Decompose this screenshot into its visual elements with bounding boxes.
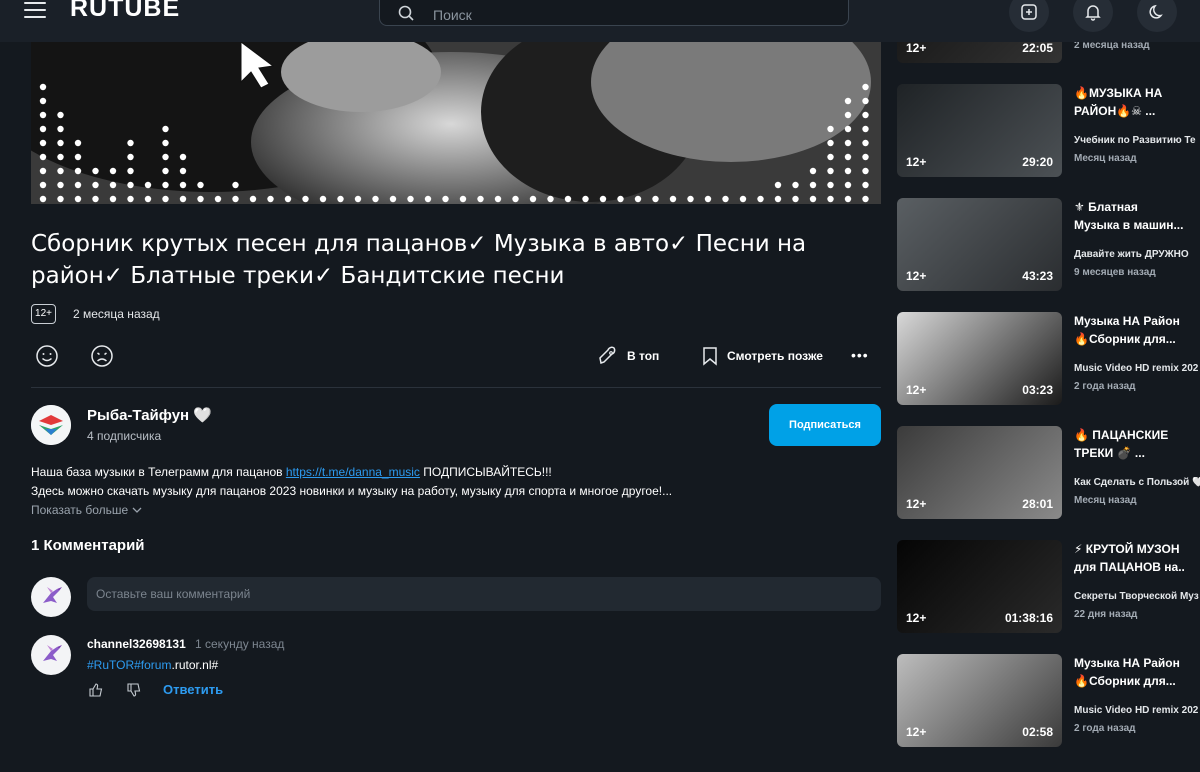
description-line-1: Наша база музыки в Телеграмм для пацанов… [31, 465, 552, 479]
recommendation-date: Месяц назад [1074, 495, 1137, 506]
recommendation-date: 22 дня назад [1074, 609, 1138, 620]
recommendation-thumbnail[interactable]: 12+ 28:01 [897, 426, 1062, 519]
notifications-button[interactable] [1073, 0, 1113, 32]
watch-later-label: Смотреть позже [727, 349, 823, 363]
recommendation-channel[interactable]: Секреты Творческой Муз [1074, 591, 1200, 602]
recommendation-title[interactable]: ⚡ КРУТОЙ МУЗОН для ПАЦАНОВ на... [1074, 540, 1184, 576]
rocket-icon [599, 346, 616, 364]
dislike-frown-icon[interactable] [90, 344, 114, 368]
recommendation-card[interactable]: 12+ 02:58 Музыка НА Район 🔥Сборник для... Mu… [897, 654, 1200, 747]
recommendation-thumbnail[interactable]: 12+ 01:38:16 [897, 540, 1062, 633]
recommendation-duration: 28:01 [1022, 497, 1053, 511]
hummingbird-icon [43, 645, 62, 661]
comment-author[interactable]: channel32698131 [87, 637, 186, 651]
comment-hashtag[interactable]: #RuTOR#forum [87, 658, 171, 672]
top-bar: RUTUBE Поиск [0, 0, 1200, 42]
upload-button[interactable] [1009, 0, 1049, 32]
recommendation-duration: 43:23 [1022, 269, 1053, 283]
recommendation-duration: 22:05 [1022, 41, 1053, 55]
subscribe-button[interactable]: Подписаться [769, 404, 881, 446]
theme-toggle[interactable] [1137, 0, 1177, 32]
recommendation-title[interactable]: 🔥МУЗЫКА НА РАЙОН🔥☠ ... [1074, 84, 1184, 120]
to-top-button[interactable]: В топ [598, 346, 659, 366]
recommendation-date: 9 месяцев назад [1074, 267, 1156, 278]
age-rating-badge: 12+ [31, 304, 56, 324]
search-placeholder: Поиск [433, 7, 472, 23]
recommendation-age-badge: 12+ [906, 725, 927, 739]
upload-icon [1021, 4, 1037, 20]
user-avatar [31, 577, 71, 617]
bookmark-icon [703, 347, 717, 366]
comment-input[interactable] [87, 577, 881, 611]
rutube-logo[interactable]: RUTUBE [70, 0, 180, 23]
recommendation-title[interactable]: Музыка НА Район 🔥Сборник для... [1074, 654, 1184, 690]
recommendation-channel[interactable]: Давайте жить ДРУЖНО [1074, 249, 1200, 260]
chevron-down-icon [132, 507, 141, 513]
recommendation-card[interactable]: 12+ 43:23 ⚜ Блатная Музыка в машин... Давайт… [897, 198, 1200, 291]
hummingbird-icon [43, 587, 62, 603]
divider [31, 387, 881, 388]
description-line-2: Здесь можно скачать музыку для пацанов 2… [31, 484, 673, 498]
moon-icon [1149, 4, 1163, 19]
recommendation-duration: 29:20 [1022, 155, 1053, 169]
reply-button[interactable]: Ответить [163, 682, 223, 697]
recommendation-title[interactable]: ⚜ Блатная Музыка в машин... [1074, 198, 1184, 234]
recommendation-duration: 02:58 [1022, 725, 1053, 739]
recommendation-date: 2 года назад [1074, 723, 1136, 734]
search-icon[interactable] [398, 5, 414, 21]
search-box[interactable]: Поиск [379, 0, 849, 26]
comments-heading: 1 Комментарий [31, 537, 145, 554]
channel-subscribers: 4 подписчика [87, 429, 162, 443]
recommendation-card[interactable]: 12+ 29:20 🔥МУЗЫКА НА РАЙОН🔥☠ ... Учебник по … [897, 84, 1200, 177]
to-top-label: В топ [627, 349, 660, 363]
channel-logo-icon [31, 405, 71, 445]
recommendation-age-badge: 12+ [906, 41, 927, 55]
recommendation-title[interactable]: 🔥 ПАЦАНСКИЕ ТРЕКИ 💣 ... [1074, 426, 1184, 462]
channel-name[interactable]: Рыба-Тайфун 🤍 [87, 406, 212, 424]
telegram-link[interactable]: https://t.me/danna_music [286, 465, 420, 479]
recommendation-age-badge: 12+ [906, 611, 927, 625]
recommendation-duration: 01:38:16 [1004, 611, 1053, 625]
comment-text: #RuTOR#forum.rutor.nl# [87, 658, 219, 672]
video-title: Сборник крутых песен для пацанов✓ Музыка… [31, 231, 807, 289]
recommendation-channel[interactable]: Как Сделать с Пользой 🤍 [1074, 477, 1200, 488]
watch-later-button[interactable]: Смотреть позже [702, 346, 823, 366]
channel-avatar[interactable] [31, 405, 71, 445]
thumbs-down-icon[interactable] [127, 683, 141, 697]
recommendation-age-badge: 12+ [906, 269, 927, 283]
video-player[interactable] [31, 42, 881, 204]
recommendation-duration: 03:23 [1022, 383, 1053, 397]
recommendation-thumbnail[interactable]: 12+ 02:58 [897, 654, 1062, 747]
menu-icon[interactable] [24, 2, 46, 18]
video-frame [31, 42, 881, 204]
comment-time: 1 секунду назад [195, 637, 285, 651]
comment-author-avatar[interactable] [31, 635, 71, 675]
recommendation-card[interactable]: 12+ 28:01 🔥 ПАЦАНСКИЕ ТРЕКИ 💣 ... Как Сделат… [897, 426, 1200, 519]
thumbs-up-icon[interactable] [89, 683, 103, 697]
recommendation-date: Месяц назад [1074, 153, 1137, 164]
recommendation-thumbnail[interactable]: 12+ 29:20 [897, 84, 1062, 177]
recommendation-title[interactable]: Музыка НА Район 🔥Сборник для... [1074, 312, 1184, 348]
show-more-button[interactable]: Показать больше [31, 503, 142, 517]
recommendation-age-badge: 12+ [906, 383, 927, 397]
recommendation-card[interactable]: 12+ 03:23 Музыка НА Район 🔥Сборник для... Mu… [897, 312, 1200, 405]
video-date: 2 месяца назад [73, 307, 160, 321]
recommendation-age-badge: 12+ [906, 155, 927, 169]
recommendation-channel[interactable]: Music Video HD remix 202 [1074, 705, 1200, 716]
recommendation-card[interactable]: 12+ 01:38:16 ⚡ КРУТОЙ МУЗОН для ПАЦАНОВ на.… [897, 540, 1200, 633]
video-description: Наша база музыки в Телеграмм для пацанов… [31, 463, 871, 482]
recommendation-channel[interactable]: Music Video HD remix 202 [1074, 363, 1200, 374]
recommendation-age-badge: 12+ [906, 497, 927, 511]
recommendation-thumbnail[interactable]: 12+ 03:23 [897, 312, 1062, 405]
recommendation-channel[interactable]: Учебник по Развитию Те [1074, 135, 1200, 146]
more-options-button[interactable]: ••• [851, 347, 869, 363]
recommendation-thumbnail[interactable]: 12+ 43:23 [897, 198, 1062, 291]
bell-icon [1085, 5, 1101, 21]
like-smile-icon[interactable] [35, 344, 59, 368]
recommendation-date: 2 года назад [1074, 381, 1136, 392]
